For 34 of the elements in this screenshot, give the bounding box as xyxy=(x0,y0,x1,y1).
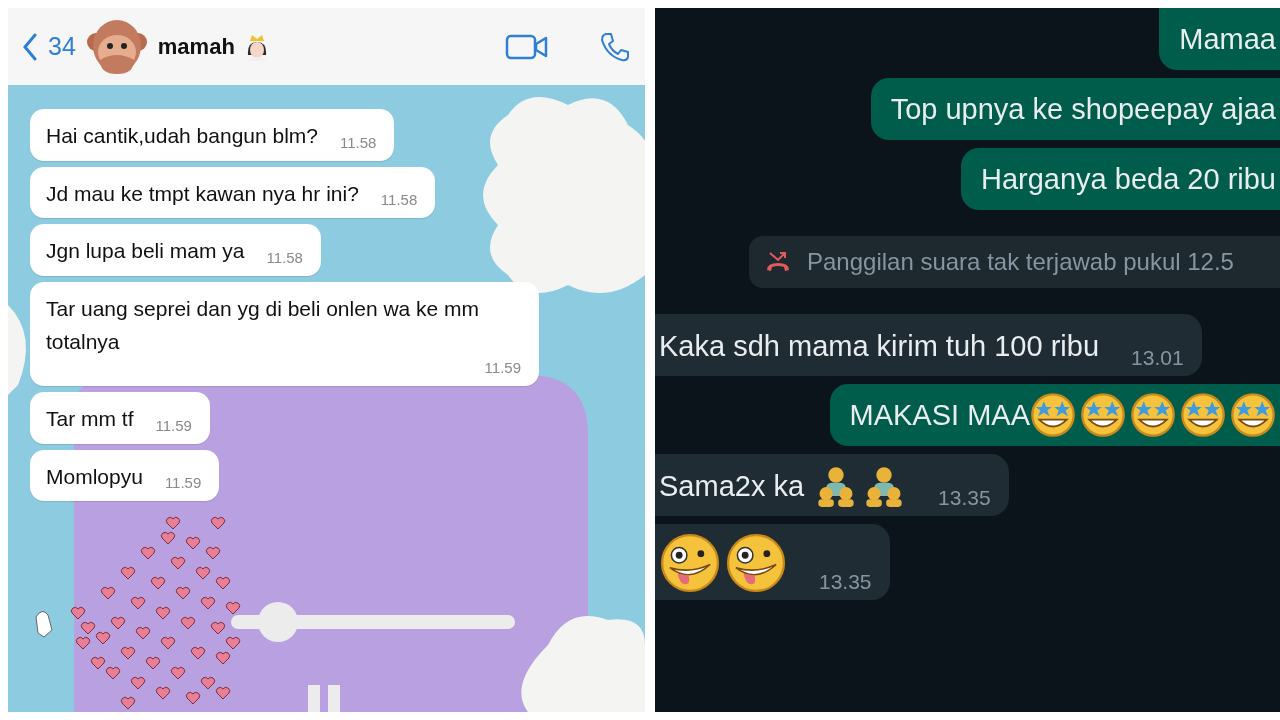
message-time: 13.35 xyxy=(819,570,872,594)
star-eyes-face-icon xyxy=(1180,392,1226,438)
star-eyes-face-icon xyxy=(1230,392,1276,438)
message-text: Hai cantik,udah bangun blm? xyxy=(46,123,318,149)
message-text: Top upnya ke shopeepay ajaa xyxy=(890,92,1276,126)
back-button[interactable]: 34 xyxy=(22,32,76,61)
video-call-icon[interactable] xyxy=(505,32,549,61)
message-time: 11.58 xyxy=(380,191,418,211)
message-time: 11.59 xyxy=(155,416,192,436)
zany-face-icon xyxy=(659,532,721,594)
message-text: Jd mau ke tmpt kawan nya hr ini? xyxy=(46,180,359,207)
message-time: 11.58 xyxy=(266,248,303,268)
message-time: 11.59 xyxy=(484,358,521,378)
star-eyes-face-icon xyxy=(1030,392,1076,438)
message-text: Tar mm tf xyxy=(46,405,134,432)
star-eyes-face-icon xyxy=(1130,392,1176,438)
message-time: 13.35 xyxy=(938,486,991,510)
message-text: Mamaa xyxy=(1179,22,1276,56)
message-text: Kaka sdh mama kirim tuh 100 ribu xyxy=(659,329,1100,363)
chevron-left-icon xyxy=(22,32,38,61)
missed-call-text: Panggilan suara tak terjawab pukul 12.5 xyxy=(807,248,1234,276)
message-time: 11.58 xyxy=(340,133,377,153)
message-text: Momlopyu xyxy=(46,463,143,490)
star-eyes-face-icon xyxy=(1080,392,1126,438)
message-text: Harganya beda 20 ribu xyxy=(980,162,1276,196)
phone-icon[interactable] xyxy=(599,30,631,63)
message-text: Jgn lupa beli mam ya xyxy=(46,238,245,265)
message-time: 13.01 xyxy=(1131,346,1184,370)
contact-name: mamah xyxy=(157,33,235,60)
message-text: MAKASI MAA xyxy=(849,398,1030,432)
message-time: 11.59 xyxy=(164,474,202,494)
message-text: Sama2x ka xyxy=(659,469,805,503)
zany-face-icon xyxy=(725,532,787,594)
message-text: Tar uang seprei dan yg di beli onlen wa ke mm totalnya xyxy=(46,295,481,356)
